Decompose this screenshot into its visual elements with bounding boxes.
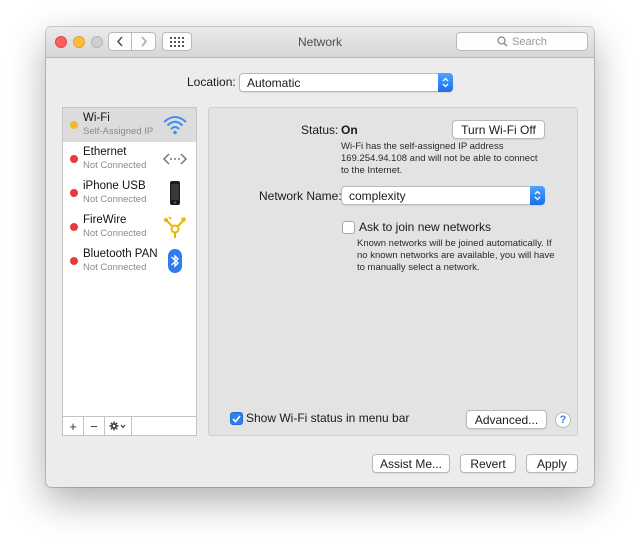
help-button[interactable]: ? [555,412,571,428]
service-name: Wi-Fi [83,112,110,124]
location-label: Location: [187,75,236,89]
title-bar: Network Search [46,27,594,58]
network-name-label: Network Name: [259,189,342,203]
status-dot [70,223,78,231]
revert-button[interactable]: Revert [460,454,516,473]
show-wifi-status-checkbox[interactable] [230,412,243,425]
status-dot [70,257,78,265]
popup-arrows-icon [530,186,545,205]
service-name: FireWire [83,214,127,226]
firewire-icon [164,216,186,238]
service-name: Bluetooth PAN [83,248,158,260]
service-item-wifi[interactable]: Wi-Fi Self-Assigned IP [63,108,196,142]
status-dot [70,121,78,129]
status-dot [70,155,78,163]
gear-icon [109,421,126,431]
turn-wifi-off-button[interactable]: Turn Wi-Fi Off [452,120,545,139]
wifi-detail-panel: Status: On Turn Wi-Fi Off Wi-Fi has the … [208,107,578,436]
service-name: Ethernet [83,146,127,158]
search-placeholder: Search [512,35,547,48]
bluetooth-icon [168,249,182,273]
status-description-line2: 169.254.94.108 and will not be able to c… [341,153,538,164]
network-name-popup[interactable]: complexity [341,186,545,205]
service-list[interactable]: Wi-Fi Self-Assigned IP Ethernet Not Conn… [62,107,197,436]
service-status: Not Connected [83,194,147,205]
assist-me-button[interactable]: Assist Me... [372,454,450,473]
status-description-line3: to the Internet. [341,165,403,176]
action-menu-button[interactable] [105,417,132,435]
service-list-toolbar: + − [62,416,197,436]
search-field[interactable]: Search [456,32,588,51]
service-item-ethernet[interactable]: Ethernet Not Connected [63,142,196,176]
search-icon [497,36,508,47]
service-status: Not Connected [83,262,147,273]
ask-to-join-checkbox[interactable] [342,221,355,234]
network-preferences-window: Network Search Location: Automatic Wi-Fi… [46,27,594,487]
service-name: iPhone USB [83,180,146,192]
service-item-bluetooth-pan[interactable]: Bluetooth PAN Not Connected [63,244,196,278]
service-item-firewire[interactable]: FireWire Not Connected [63,210,196,244]
ask-description-line1: Known networks will be joined automatica… [357,238,552,249]
add-service-button[interactable]: + [63,417,84,435]
status-label: Status: [301,123,339,137]
show-wifi-status-label[interactable]: Show Wi-Fi status in menu bar [246,411,409,425]
status-description-line1: Wi-Fi has the self-assigned IP address [341,141,504,152]
network-name-value: complexity [349,189,406,203]
ethernet-icon [162,153,188,165]
ask-to-join-label[interactable]: Ask to join new networks [359,220,491,234]
popup-arrows-icon [438,73,453,92]
service-status: Not Connected [83,160,147,171]
status-dot [70,189,78,197]
advanced-button[interactable]: Advanced... [466,410,547,429]
ask-description-line3: to manually select a network. [357,262,480,273]
wifi-icon [163,116,187,135]
ask-description-line2: no known networks are available, you wil… [357,250,555,261]
service-status: Self-Assigned IP [83,126,154,137]
iphone-icon [170,181,180,205]
remove-service-button[interactable]: − [84,417,105,435]
apply-button[interactable]: Apply [526,454,578,473]
location-popup[interactable]: Automatic [239,73,453,92]
checkmark-icon [232,414,241,423]
location-value: Automatic [247,76,301,90]
service-status: Not Connected [83,228,147,239]
service-item-iphone-usb[interactable]: iPhone USB Not Connected [63,176,196,210]
status-value: On [341,123,358,137]
